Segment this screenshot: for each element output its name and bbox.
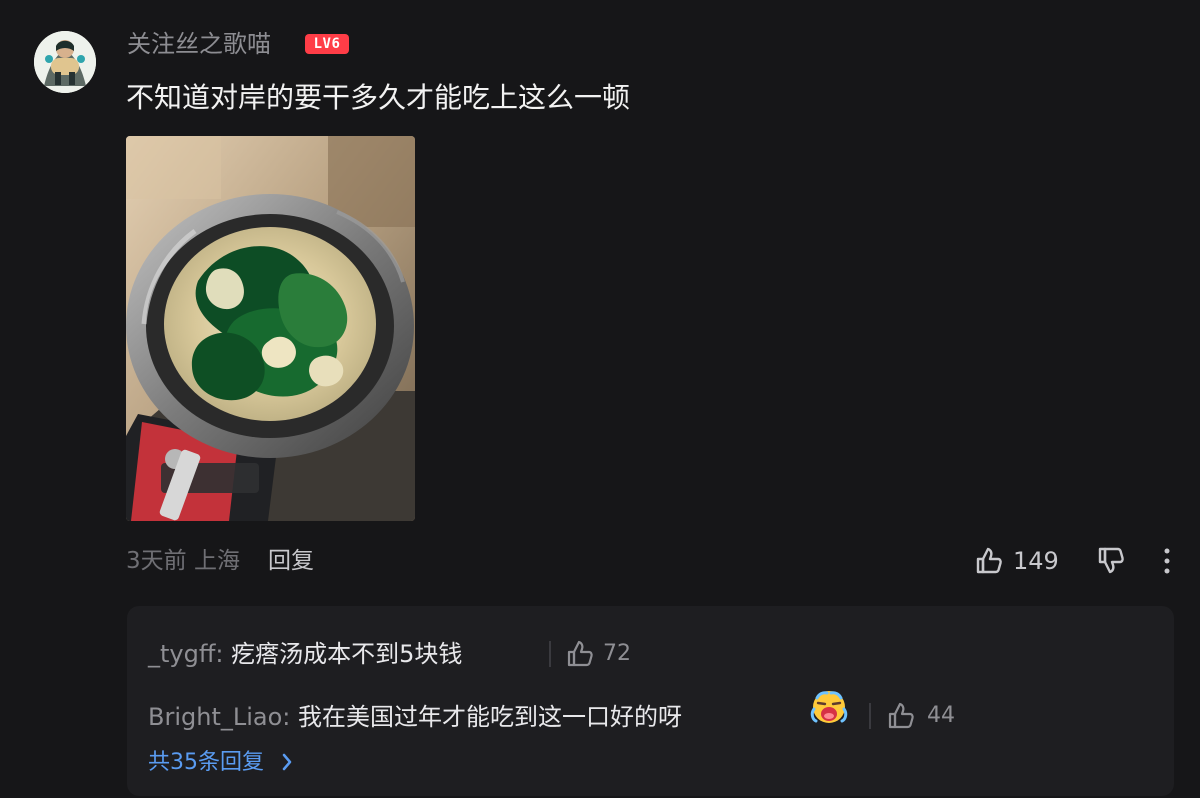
reply-divider xyxy=(549,641,551,667)
reply-item[interactable]: _tygff: 疙瘩汤成本不到5块钱 xyxy=(148,633,462,675)
comment-like-count: 149 xyxy=(1013,547,1059,575)
reply-username[interactable]: _tygff: xyxy=(148,640,223,668)
more-replies-label: 共35条回复 xyxy=(148,750,264,775)
reply-like-count: 72 xyxy=(603,641,631,666)
thumbs-up-icon[interactable] xyxy=(564,638,595,669)
reply-text: 疙瘩汤成本不到5块钱 xyxy=(231,640,463,668)
comment-photo[interactable] xyxy=(126,136,415,521)
comment-text: 不知道对岸的要干多久才能吃上这么一顿 xyxy=(126,81,631,114)
reply-divider xyxy=(869,703,871,729)
comment-screen: 关注丝之歌喵 LV6 不知道对岸的要干多久才能吃上这么一顿 3天前 上海 回复 … xyxy=(0,0,1200,798)
reply-username[interactable]: Bright_Liao: xyxy=(148,703,290,731)
user-level-badge: LV6 xyxy=(305,34,349,54)
thumbs-down-icon[interactable] xyxy=(1095,545,1126,576)
comment-time-location: 3天前 上海 xyxy=(126,548,240,574)
thumbs-up-icon[interactable] xyxy=(973,545,1004,576)
comment-username[interactable]: 关注丝之歌喵 xyxy=(127,27,271,61)
reply-text: 我在美国过年才能吃到这一口好的呀 xyxy=(298,703,683,731)
crying-face-emoji xyxy=(810,691,848,723)
user-avatar[interactable] xyxy=(34,31,96,93)
more-replies-link[interactable]: 共35条回复 xyxy=(148,746,293,780)
chevron-right-icon xyxy=(282,753,292,771)
reply-button[interactable]: 回复 xyxy=(268,544,314,578)
more-vertical-icon[interactable] xyxy=(1157,544,1177,578)
replies-container: _tygff: 疙瘩汤成本不到5块钱 72 Bright_Liao: 我在美国过… xyxy=(127,606,1174,796)
reply-item[interactable]: Bright_Liao: 我在美国过年才能吃到这一口好的呀 xyxy=(148,696,682,738)
thumbs-up-icon[interactable] xyxy=(885,700,916,731)
reply-like-count: 44 xyxy=(927,703,955,728)
